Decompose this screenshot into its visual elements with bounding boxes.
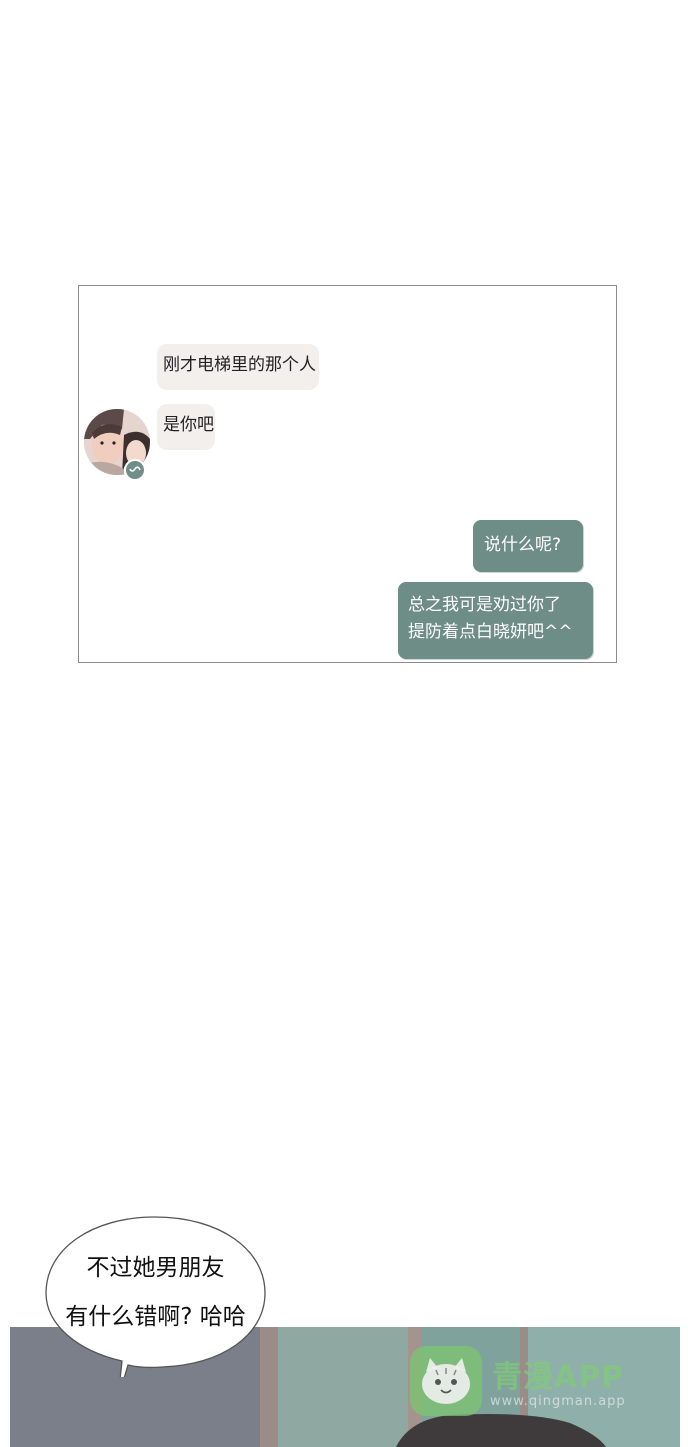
- incoming-message: 是你吧: [157, 404, 215, 450]
- speech-line: 有什么错啊? 哈哈: [65, 1304, 246, 1330]
- chat-panel: 刚才电梯里的那个人 是你吧 说什么呢? 总之我可是劝过你了 提防着点白晓妍吧^^: [78, 285, 617, 663]
- outgoing-message-line: 总之我可是劝过你了: [408, 595, 561, 615]
- comic-page: 刚才电梯里的那个人 是你吧 说什么呢? 总之我可是劝过你了 提防着点白晓妍吧^^…: [0, 0, 690, 1447]
- outgoing-message: 说什么呢?: [473, 520, 583, 572]
- speech-line: 不过她男朋友: [86, 1255, 225, 1281]
- outgoing-message: 总之我可是劝过你了 提防着点白晓妍吧^^: [398, 582, 593, 659]
- speech-bubble: [45, 1216, 266, 1377]
- watermark-url: www.qingman.app: [490, 1394, 626, 1409]
- avatar-status-icon: [124, 459, 146, 481]
- watermark-title: 青漫APP: [492, 1360, 625, 1395]
- incoming-message: 刚才电梯里的那个人: [157, 344, 319, 390]
- outgoing-message-line: 提防着点白晓妍吧^^: [408, 622, 573, 642]
